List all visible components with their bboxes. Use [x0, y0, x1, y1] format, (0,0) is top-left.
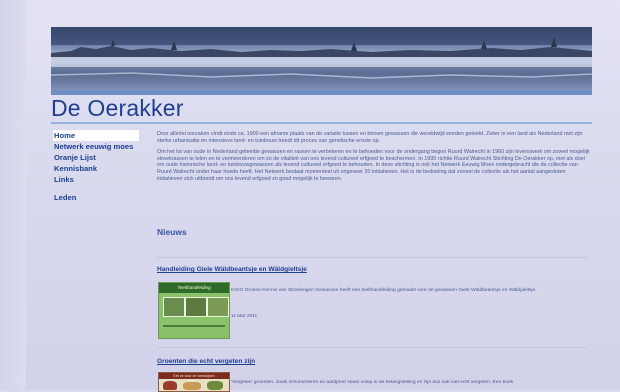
news-divider: [157, 347, 587, 348]
thumbnail-photo: [185, 297, 207, 317]
news-item-title[interactable]: Groenten die echt vergeten zijn: [157, 358, 255, 365]
main-content: Door allerlei oorzaken vindt sinds ca. 1…: [157, 131, 591, 187]
header-banner-image: [51, 27, 592, 90]
news-item-thumbnail[interactable]: Eet ze voor ze verdwijnen: [158, 372, 230, 392]
vegetable-illustration: [207, 381, 223, 390]
nav-item-leden[interactable]: Leden: [53, 192, 139, 203]
vegetable-illustration: [183, 382, 201, 390]
intro-paragraph-1: Door allerlei oorzaken vindt sinds ca. 1…: [157, 131, 583, 144]
thumbnail-caption: Eet ze voor ze verdwijnen: [159, 373, 229, 379]
news-item-title[interactable]: Handleiding Giele Wäldbeantsje en Wäldgi…: [157, 266, 307, 273]
vegetable-illustration: [163, 381, 177, 390]
thumbnail-caption: Teelthandleiding: [159, 283, 229, 293]
nav-item-oranje-lijst[interactable]: Oranje Lijst: [53, 152, 139, 163]
news-divider: [157, 257, 587, 258]
page-background: De Oerakker Home Netwerk eeuwig moes Ora…: [0, 0, 620, 392]
news-item-date: 11 Mar 2011: [231, 314, 258, 319]
nav-item-home[interactable]: Home: [53, 130, 139, 141]
nav-item-kennisbank[interactable]: Kennisbank: [53, 163, 139, 174]
nav-item-links[interactable]: Links: [53, 174, 139, 185]
title-divider: [51, 122, 592, 124]
site-title: De Oerakker: [51, 95, 184, 121]
intro-paragraph-2: Om het lot van oude in Nederland geteeld…: [157, 149, 590, 182]
news-item-summary: 'Vergeten' groenten, zoals schorseneren …: [231, 380, 514, 385]
sidebar-nav: Home Netwerk eeuwig moes Oranje Lijst Ke…: [53, 130, 139, 203]
nav-item-netwerk-eeuwig-moes[interactable]: Netwerk eeuwig moes: [53, 141, 139, 152]
thumbnail-photo: [207, 297, 229, 317]
thumbnail-text-line: [163, 325, 225, 327]
news-item-summary: KIGO Groene Kennis van Streekeigen Gewas…: [231, 288, 537, 293]
page-margin: [0, 0, 26, 390]
news-item-thumbnail[interactable]: Teelthandleiding: [158, 282, 230, 339]
news-heading: Nieuws: [157, 227, 187, 237]
thumbnail-photo: [163, 297, 185, 317]
